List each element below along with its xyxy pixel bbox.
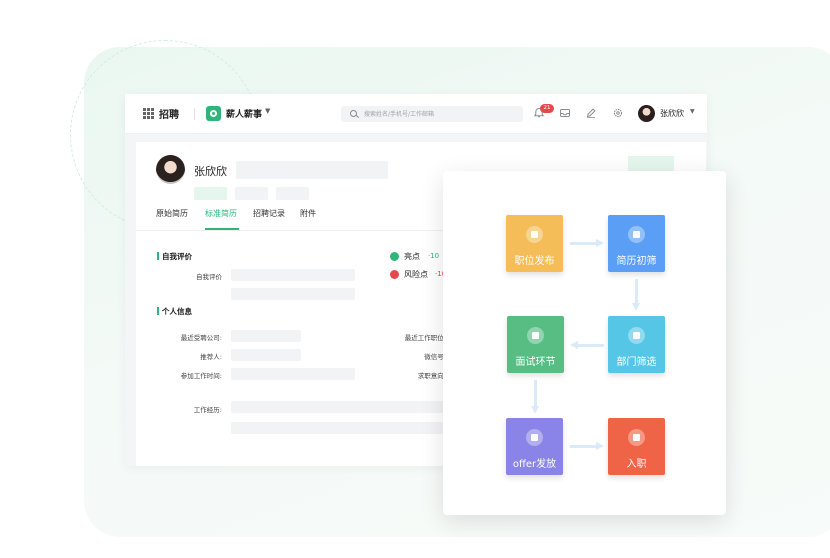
flow-arrow-right [570, 239, 604, 248]
candidate-name: 张欣欣 [194, 165, 227, 178]
field-label: 参加工作时间: [180, 372, 222, 380]
flow-step-offer[interactable]: offer发放 [506, 418, 563, 475]
tab-standard-resume[interactable]: 标准简历 [205, 208, 237, 219]
candidate-tag-placeholder [235, 187, 268, 200]
recruitment-flow-panel: 职位发布 简历初筛 部门筛选 面试环节 offer发放 入职 [443, 171, 726, 515]
mail-icon [628, 327, 645, 344]
field-value-placeholder [231, 330, 301, 342]
risk-label: 风险点 [404, 270, 428, 279]
field-value-placeholder [231, 349, 301, 361]
brand-logo-icon [206, 106, 221, 121]
field-label: 最近工作职位: [404, 334, 446, 342]
search-icon [350, 110, 357, 117]
flow-arrow-down [632, 279, 641, 311]
tab-recruit-record[interactable]: 招聘记录 [253, 208, 285, 219]
envelope-icon [526, 429, 543, 446]
apps-grid-icon[interactable] [143, 108, 154, 119]
gear-icon[interactable] [612, 107, 624, 119]
field-label: 求职意向: [417, 372, 446, 380]
field-label: 工作经历: [193, 406, 222, 414]
candidate-tag-placeholder [194, 187, 227, 200]
flow-step-label: 职位发布 [514, 256, 555, 267]
divider [194, 108, 195, 120]
chevron-down-icon[interactable]: ▼ [265, 107, 270, 115]
notification-badge: 21 [540, 104, 554, 113]
app-name: 招聘 [159, 110, 179, 121]
chevron-down-icon[interactable]: ▼ [690, 108, 695, 115]
flow-step-label: 入职 [626, 459, 647, 470]
field-label: 推荐人: [200, 353, 222, 361]
document-icon [526, 226, 543, 243]
flow-step-label: 面试环节 [515, 357, 556, 368]
flow-step-resume-screening[interactable]: 简历初筛 [608, 215, 665, 272]
search-input[interactable]: 搜索姓名/手机号/工作邮箱 [341, 106, 523, 122]
flow-step-label: offer发放 [512, 459, 557, 470]
edit-icon[interactable] [585, 107, 597, 119]
flow-arrow-down [531, 380, 540, 414]
highlight-count: ·10 [428, 252, 440, 260]
inbox-icon[interactable] [559, 107, 571, 119]
user-name[interactable]: 张欣欣 [660, 108, 684, 119]
flow-step-interview[interactable]: 面试环节 [507, 316, 564, 373]
flow-step-label: 简历初筛 [616, 256, 657, 267]
section-title-self-eval: 自我评价 [157, 251, 192, 262]
field-value-placeholder [231, 368, 355, 380]
search-placeholder: 搜索姓名/手机号/工作邮箱 [364, 111, 435, 118]
risk-icon [390, 270, 399, 279]
calendar-icon [527, 327, 544, 344]
flow-arrow-right [570, 442, 604, 451]
field-label: 自我评价 [196, 273, 222, 281]
field-label: 微信号: [424, 353, 446, 361]
section-title-personal-info: 个人信息 [157, 306, 192, 317]
tab-attachments[interactable]: 附件 [300, 208, 316, 219]
candidate-avatar [156, 155, 185, 184]
field-value-placeholder [231, 288, 355, 300]
flow-step-department-screening[interactable]: 部门筛选 [608, 316, 665, 373]
top-bar: 招聘 薪人薪事 ▼ 搜索姓名/手机号/工作邮箱 21 张欣欣 ▼ [125, 94, 707, 134]
highlight-icon [390, 252, 399, 261]
flow-step-job-posting[interactable]: 职位发布 [506, 215, 563, 272]
user-avatar[interactable] [638, 105, 655, 122]
flow-step-label: 部门筛选 [616, 357, 657, 368]
field-value-placeholder [231, 269, 355, 281]
field-label: 最近受聘公司: [180, 334, 222, 342]
flow-arrow-left [570, 341, 604, 350]
eraser-icon [628, 226, 645, 243]
briefcase-icon [628, 429, 645, 446]
tab-original-resume[interactable]: 原始简历 [156, 208, 188, 219]
company-switcher[interactable]: 薪人薪事 [226, 107, 262, 120]
flow-step-onboarding[interactable]: 入职 [608, 418, 665, 475]
highlight-label: 亮点 [404, 252, 420, 261]
candidate-tag-placeholder [276, 187, 309, 200]
candidate-info-placeholder [236, 161, 388, 179]
